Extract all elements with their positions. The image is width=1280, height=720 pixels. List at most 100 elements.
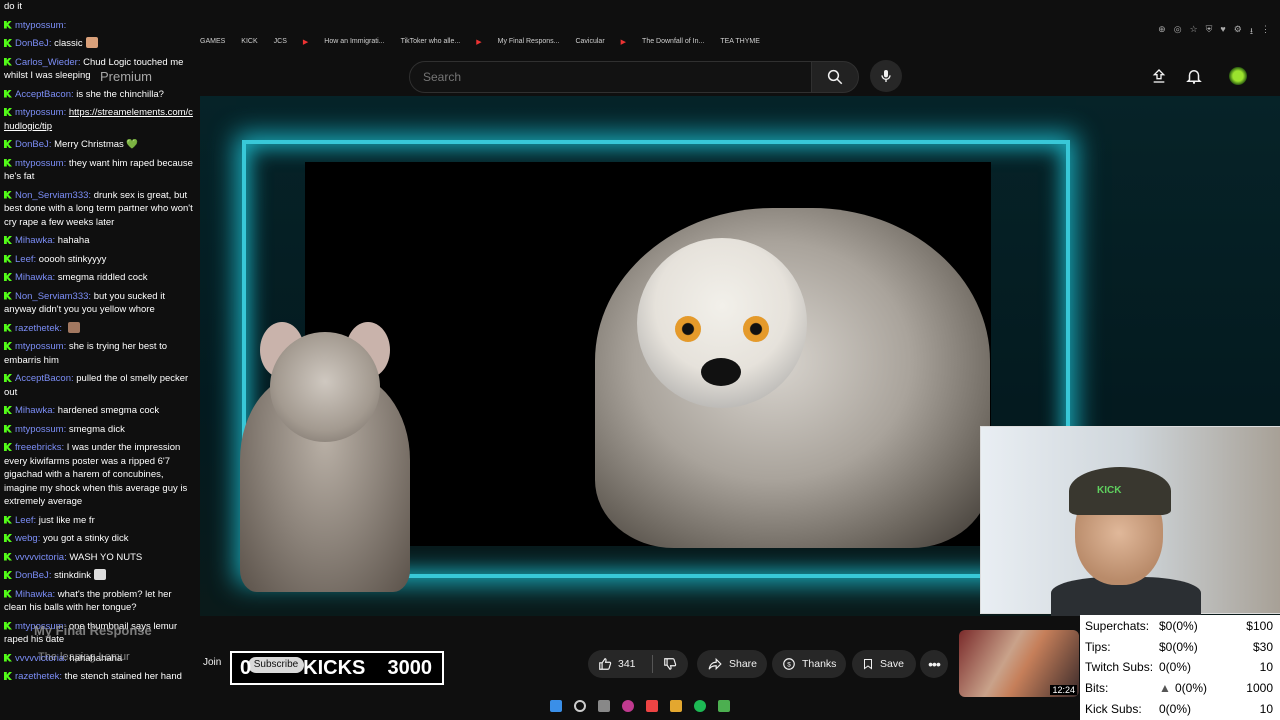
- bookmark[interactable]: The Downfall of In...: [642, 38, 704, 46]
- heart-icon[interactable]: ♥: [1220, 24, 1225, 40]
- chat-username[interactable]: Mihawka: [15, 235, 53, 246]
- stat-goal: 10: [1259, 660, 1273, 674]
- thanks-icon: $: [783, 658, 795, 670]
- bookmark[interactable]: TEA THYME: [720, 38, 760, 46]
- shield-icon[interactable]: ⛨: [1206, 24, 1213, 40]
- bookmark[interactable]: KICK: [241, 38, 257, 46]
- menu-icon[interactable]: ⋮: [1261, 24, 1270, 40]
- thanks-button[interactable]: $ Thanks: [772, 650, 846, 678]
- subscribe-button[interactable]: Subscribe: [248, 657, 304, 673]
- kick-badge-icon: [4, 621, 12, 630]
- like-count: 341: [618, 658, 636, 670]
- chat-username[interactable]: webg: [15, 533, 38, 544]
- divider: [651, 655, 653, 673]
- share-button[interactable]: Share: [697, 650, 767, 678]
- search-input[interactable]: [421, 69, 805, 85]
- chat-username[interactable]: mtypossum: [15, 341, 64, 352]
- kick-badge-icon: [4, 571, 12, 579]
- join-button[interactable]: Join: [203, 657, 221, 668]
- bookmark[interactable]: Cavicular: [575, 38, 604, 46]
- chat-text: smegma riddled cock: [57, 272, 148, 283]
- voice-search-button[interactable]: [870, 60, 902, 92]
- bookmark[interactable]: How an Immigrati...: [324, 38, 384, 46]
- chat-message: Non_Serviam333: but you sucked it anyway…: [4, 290, 196, 317]
- app-icon[interactable]: [622, 700, 634, 712]
- chat-message: Mihawka: hardened smegma cock: [4, 404, 196, 418]
- chat-username[interactable]: razethetek: [15, 323, 59, 334]
- chat-text: you got a stinky dick: [43, 533, 129, 544]
- chat-username[interactable]: Mihawka: [15, 589, 53, 600]
- bookmark[interactable]: My Final Respons...: [498, 38, 560, 46]
- kick-badge-icon: [4, 39, 12, 47]
- browser-toolbar: GAMES KICK JCS ▶ How an Immigrati... Tik…: [200, 0, 1280, 56]
- chat-username[interactable]: Leef: [15, 254, 34, 265]
- folder-icon[interactable]: [670, 700, 682, 712]
- thumbs-down-icon[interactable]: [663, 657, 677, 671]
- app-icon[interactable]: [646, 700, 658, 712]
- chat-separator: :: [59, 322, 65, 334]
- app-icon[interactable]: [718, 700, 730, 712]
- stat-label: Twitch Subs:: [1085, 660, 1154, 674]
- youtube-favicon: ▶: [620, 39, 627, 46]
- kick-badge-icon: [4, 236, 12, 244]
- search-box[interactable]: [409, 61, 813, 93]
- lemur-eye: [743, 316, 769, 342]
- search-icon[interactable]: [574, 700, 586, 712]
- chat-username[interactable]: Non_Serviam333: [15, 190, 88, 201]
- chat-username[interactable]: AcceptBacon: [15, 89, 71, 100]
- windows-start-icon[interactable]: [550, 700, 562, 712]
- chat-message: DonBeJ: classic: [4, 37, 196, 51]
- chat-username[interactable]: vvvvvictoria: [15, 552, 64, 563]
- chat-username[interactable]: AcceptBacon: [15, 373, 71, 384]
- bookmark[interactable]: JCS: [274, 38, 287, 46]
- microphone-icon: [881, 70, 891, 82]
- chat-message: mtypossum: she is trying her best to emb…: [4, 340, 196, 367]
- stat-value: $0(0%): [1159, 619, 1198, 633]
- kick-badge-icon: [4, 158, 12, 167]
- like-button[interactable]: 341: [588, 657, 646, 671]
- chat-username[interactable]: mtypossum: [15, 424, 64, 435]
- more-actions-button[interactable]: •••: [920, 650, 948, 678]
- kick-badge-icon: [4, 552, 12, 561]
- chat-username[interactable]: razethetek: [15, 671, 59, 682]
- kick-badge-icon: [4, 534, 12, 542]
- search-button[interactable]: [811, 61, 859, 93]
- kick-badge-icon: [4, 443, 12, 451]
- chat-username[interactable]: Mihawka: [15, 405, 53, 416]
- puzzle-icon[interactable]: ⚙: [1234, 24, 1242, 40]
- chat-username[interactable]: mtypossum: [15, 20, 64, 31]
- recommended-video-thumbnail[interactable]: 12:24: [959, 630, 1079, 697]
- download-icon[interactable]: ⭳: [1250, 24, 1253, 40]
- chat-username[interactable]: Leef: [15, 515, 34, 526]
- task-view-icon[interactable]: [598, 700, 610, 712]
- extension-icon[interactable]: ◎: [1174, 24, 1182, 40]
- chat-username[interactable]: mtypossum: [15, 107, 64, 118]
- thumbs-up-icon: [599, 658, 612, 670]
- chat-username[interactable]: DonBeJ: [15, 38, 49, 49]
- zoom-icon[interactable]: ⊕: [1158, 24, 1166, 40]
- chat-username[interactable]: Mihawka: [15, 272, 53, 283]
- chat-message: Mihawka: what's the problem? let her cle…: [4, 588, 196, 615]
- star-icon[interactable]: ☆: [1190, 24, 1198, 40]
- bookmark[interactable]: GAMES: [200, 38, 225, 46]
- notifications-button[interactable]: [1184, 66, 1204, 86]
- chat-username[interactable]: mtypossum: [15, 158, 64, 169]
- save-button[interactable]: Save: [852, 650, 916, 678]
- chat-message: AcceptBacon: pulled the ol smelly pecker…: [4, 372, 196, 399]
- bookmark[interactable]: TikToker who alle...: [401, 38, 461, 46]
- streamer: KICK: [1051, 467, 1201, 617]
- chat-text: hahaha: [57, 235, 90, 246]
- bits-icon: ▲: [1159, 681, 1171, 695]
- chat-username[interactable]: Non_Serviam333: [15, 291, 88, 302]
- spotify-icon[interactable]: [694, 700, 706, 712]
- chat-username[interactable]: DonBeJ: [15, 139, 49, 150]
- chat-message: mtypossum: they want him raped because h…: [4, 157, 196, 184]
- chat-username[interactable]: DonBeJ: [15, 570, 49, 581]
- create-button[interactable]: [1149, 66, 1169, 86]
- chat-username[interactable]: Carlos_Wieder: [15, 57, 78, 68]
- chat-message: vvvvvictoria: WASH YO NUTS: [4, 551, 196, 565]
- account-avatar[interactable]: [1228, 66, 1248, 86]
- kick-badge-icon: [4, 342, 12, 350]
- chat-username[interactable]: freeebricks: [15, 442, 61, 453]
- premium-label: Premium: [100, 69, 153, 84]
